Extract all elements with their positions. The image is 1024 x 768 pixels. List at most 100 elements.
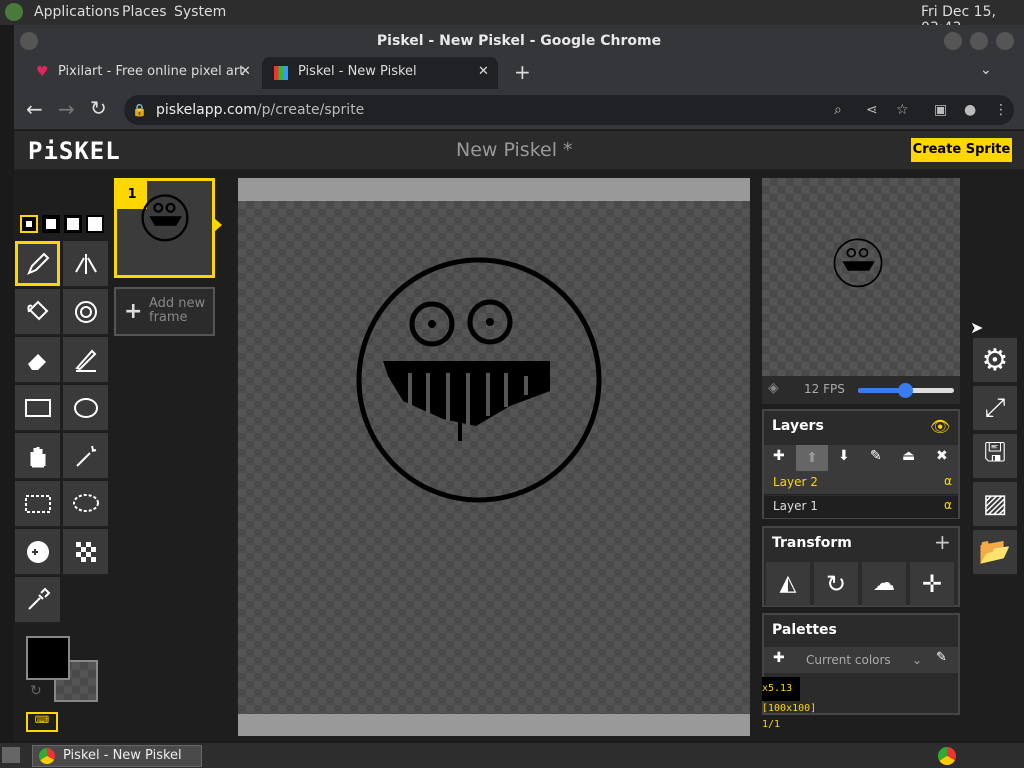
- clone-button[interactable]: ☁: [862, 562, 906, 606]
- drawing-canvas[interactable]: [238, 201, 750, 714]
- frame-thumbnail-1[interactable]: 1: [114, 178, 215, 278]
- show-desktop-icon[interactable]: [2, 747, 20, 763]
- paint-bucket-tool[interactable]: [15, 289, 60, 334]
- tab-search-chevron-icon[interactable]: ⌄: [980, 62, 992, 78]
- save-button[interactable]: 🖫: [973, 434, 1017, 478]
- add-layer-icon[interactable]: ✚: [773, 448, 785, 464]
- pen-size-3[interactable]: [64, 215, 82, 233]
- eye-icon[interactable]: 👁: [930, 417, 950, 436]
- animation-preview[interactable]: [762, 178, 960, 376]
- magic-wand-tool[interactable]: [63, 433, 108, 478]
- maximize-button[interactable]: [970, 32, 988, 50]
- layers-panel: Layers 👁 ✚ ⬆ ⬇ ✎ ⏏ ✖ Layer 2 α Layer 1 α: [762, 409, 960, 519]
- move-layer-up-icon[interactable]: ⬆: [796, 445, 828, 471]
- eraser-tool[interactable]: [15, 337, 60, 382]
- mouse-cursor-icon: ➤: [970, 318, 984, 337]
- eyedropper-icon: [27, 587, 50, 610]
- swap-colors-icon[interactable]: ↻: [30, 683, 42, 699]
- resize-button[interactable]: ⤢: [973, 386, 1017, 430]
- layer-alpha-icon[interactable]: α: [944, 474, 952, 488]
- rectangle-tool[interactable]: [15, 385, 60, 430]
- share-icon[interactable]: ⋖: [866, 95, 878, 125]
- dithering-tool[interactable]: [63, 529, 108, 574]
- side-panel-icon[interactable]: ▣: [934, 95, 947, 125]
- lasso-select-tool[interactable]: [63, 481, 108, 526]
- move-tool[interactable]: [15, 433, 60, 478]
- layer-alpha-icon[interactable]: α: [944, 498, 952, 512]
- create-sprite-button[interactable]: Create Sprite: [911, 138, 1012, 162]
- piskel-logo[interactable]: PiSKEL: [28, 137, 121, 165]
- applications-menu[interactable]: Applications: [34, 4, 120, 20]
- palette-select[interactable]: Current colors ⌄: [796, 647, 924, 673]
- add-frame-label: Add new frame: [149, 296, 206, 325]
- fps-slider[interactable]: [858, 383, 954, 398]
- paint-same-color-tool[interactable]: [63, 289, 108, 334]
- tab-label: Pixilart - Free online pixel art: [58, 64, 245, 79]
- delete-layer-icon[interactable]: ✖: [936, 448, 948, 464]
- layer-actions: ✚ ⬆ ⬇ ✎ ⏏ ✖: [764, 445, 958, 471]
- address-bar[interactable]: 🔒 piskelapp.com/p/create/sprite ⌕ ⋖ ☆ ▣ …: [124, 95, 1014, 125]
- rotate-button[interactable]: ↻: [814, 562, 858, 606]
- settings-button[interactable]: ⚙: [973, 338, 1017, 382]
- eraser-icon: [27, 353, 46, 370]
- tray-chrome-icon[interactable]: [938, 747, 956, 765]
- pen-size-1[interactable]: [20, 215, 38, 233]
- pen-size-2[interactable]: [42, 215, 60, 233]
- stroke-tool[interactable]: [63, 337, 108, 382]
- edit-layer-icon[interactable]: ✎: [870, 448, 882, 464]
- image-icon: ▨: [982, 489, 1008, 519]
- color-picker-tool[interactable]: [15, 577, 60, 622]
- places-menu[interactable]: Places: [122, 4, 167, 20]
- new-tab-button[interactable]: +: [514, 60, 531, 84]
- center-icon: ✛: [921, 570, 943, 598]
- window-titlebar[interactable]: Piskel - New Piskel - Google Chrome: [14, 25, 1024, 57]
- import-button[interactable]: 📂: [973, 530, 1017, 574]
- taskbar-chrome-window[interactable]: Piskel - New Piskel -...: [32, 745, 202, 767]
- tab-pixilart[interactable]: ♥ Pixilart - Free online pixel art ✕: [24, 57, 260, 89]
- circle-icon: [73, 397, 98, 418]
- mirror-pen-icon: [74, 253, 97, 274]
- expand-transform-icon[interactable]: +: [934, 530, 951, 554]
- flip-horizontal-button[interactable]: ◭: [766, 562, 810, 606]
- folder-open-icon: 📂: [978, 537, 1012, 567]
- merge-layer-icon[interactable]: ⏏: [902, 448, 915, 464]
- add-new-frame-button[interactable]: + Add new frame: [114, 287, 215, 336]
- bookmark-star-icon[interactable]: ☆: [896, 95, 909, 125]
- circle-tool[interactable]: [63, 385, 108, 430]
- back-button[interactable]: ←: [26, 97, 43, 121]
- mirror-pen-tool[interactable]: [63, 241, 108, 286]
- minimize-button[interactable]: [944, 32, 962, 50]
- taskbar: Piskel - New Piskel -...: [0, 743, 1024, 768]
- pen-size-4[interactable]: [86, 215, 104, 233]
- pen-tool[interactable]: [15, 241, 60, 286]
- system-menu[interactable]: System: [174, 4, 226, 20]
- lighten-tool[interactable]: [15, 529, 60, 574]
- close-window-button[interactable]: [996, 32, 1014, 50]
- center-button[interactable]: ✛: [910, 562, 954, 606]
- forward-button[interactable]: →: [58, 97, 75, 121]
- size-status: [100x100]: [762, 703, 817, 714]
- layer-row-1[interactable]: Layer 1 α: [764, 496, 958, 518]
- move-layer-down-icon[interactable]: ⬇: [838, 448, 850, 464]
- export-button[interactable]: ▨: [973, 482, 1017, 526]
- rectangle-select-tool[interactable]: [15, 481, 60, 526]
- checkerboard-icon: [75, 541, 96, 562]
- onion-skin-icon[interactable]: ◈: [768, 380, 779, 396]
- close-tab-icon[interactable]: ✕: [478, 57, 489, 87]
- distro-logo-icon[interactable]: [5, 3, 23, 21]
- edit-palette-icon[interactable]: ✎: [936, 650, 947, 665]
- profile-icon[interactable]: ●: [964, 95, 976, 125]
- reload-button[interactable]: ↻: [90, 96, 107, 120]
- frame-preview-drawing: [141, 194, 189, 242]
- window-menu-icon[interactable]: [20, 32, 38, 50]
- search-icon[interactable]: ⌕: [834, 95, 842, 125]
- close-tab-icon[interactable]: ✕: [240, 57, 251, 87]
- layer-row-2[interactable]: Layer 2 α: [764, 471, 958, 495]
- chrome-icon: [39, 748, 55, 764]
- fps-slider-thumb[interactable]: [898, 383, 913, 398]
- keyboard-shortcuts-icon[interactable]: ⌨: [26, 712, 58, 732]
- add-palette-icon[interactable]: ✚: [773, 650, 785, 666]
- tab-piskel[interactable]: Piskel - New Piskel ✕: [262, 57, 498, 89]
- menu-kebab-icon[interactable]: ⋮: [994, 95, 1008, 125]
- resize-icon: ⤢: [984, 392, 1006, 423]
